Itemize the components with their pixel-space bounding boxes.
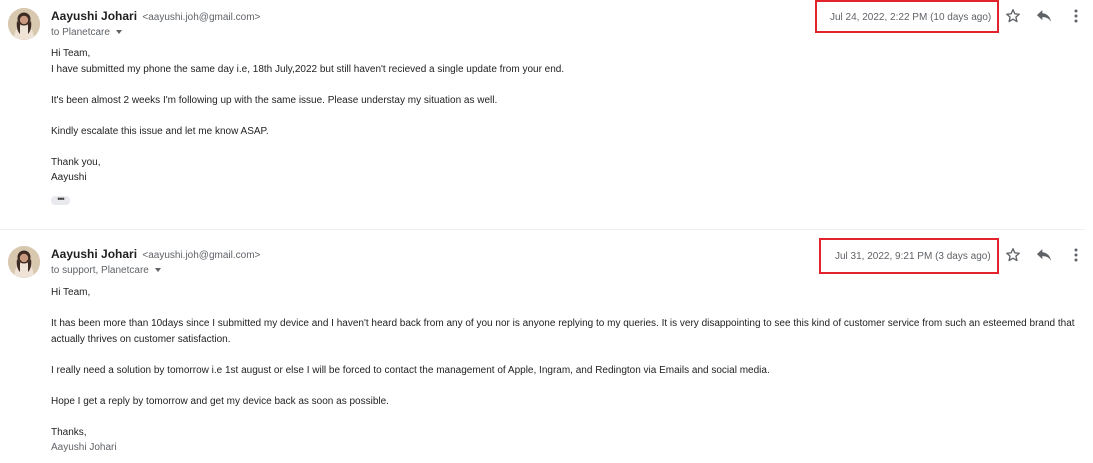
star-icon <box>1006 9 1020 23</box>
body-signature: Aayushi Johari <box>51 442 117 453</box>
reply-button[interactable] <box>1034 245 1054 265</box>
sender: Aayushi Johari <aayushi.joh@gmail.com> <box>51 9 260 23</box>
reply-button[interactable] <box>1034 6 1054 26</box>
message-date: Jul 31, 2022, 9:21 PM (3 days ago) <box>819 238 999 274</box>
message-date: Jul 24, 2022, 2:22 PM (10 days ago) <box>815 0 999 33</box>
chevron-down-icon <box>154 268 161 273</box>
body-paragraph: I have submitted my phone the same day i… <box>51 64 565 75</box>
body-paragraph: Hope I get a reply by tomorrow and get m… <box>51 396 389 407</box>
recipients-label: to support, Planetcare <box>51 265 149 276</box>
recipients-toggle[interactable]: to support, Planetcare <box>51 265 161 276</box>
recipients-label: to Planetcare <box>51 27 110 38</box>
body-paragraph: It's been almost 2 weeks I'm following u… <box>51 95 498 106</box>
body-signoff: Thank you, <box>51 157 101 168</box>
star-button[interactable] <box>1003 245 1023 265</box>
date-label: Jul 31, 2022, 9:21 PM (3 days ago) <box>835 251 991 262</box>
sender: Aayushi Johari <aayushi.joh@gmail.com> <box>51 247 260 261</box>
sender-name[interactable]: Aayushi Johari <box>51 9 137 23</box>
star-button[interactable] <box>1003 6 1023 26</box>
recipients-toggle[interactable]: to Planetcare <box>51 27 122 38</box>
show-trimmed-content-button[interactable]: ••• <box>51 195 70 205</box>
sender-email: <aayushi.joh@gmail.com> <box>142 250 261 261</box>
reply-icon <box>1036 249 1052 261</box>
body-signoff: Thanks, <box>51 427 87 438</box>
avatar[interactable] <box>8 8 40 40</box>
email-message: Aayushi Johari <aayushi.joh@gmail.com> t… <box>0 0 1093 230</box>
more-options-button[interactable] <box>1066 6 1086 26</box>
message-divider <box>0 229 1085 230</box>
chevron-down-icon <box>115 30 122 35</box>
body-paragraph: Kindly escalate this issue and let me kn… <box>51 126 269 137</box>
star-icon <box>1006 248 1020 262</box>
more-options-button[interactable] <box>1066 245 1086 265</box>
sender-email: <aayushi.joh@gmail.com> <box>142 12 261 23</box>
body-paragraph: I really need a solution by tomorrow i.e… <box>51 365 770 376</box>
date-label: Jul 24, 2022, 2:22 PM (10 days ago) <box>830 12 992 23</box>
body-signature: Aayushi <box>51 172 87 183</box>
email-message: Aayushi Johari <aayushi.joh@gmail.com> t… <box>0 237 1093 463</box>
avatar[interactable] <box>8 246 40 278</box>
more-vert-icon <box>1074 248 1078 262</box>
more-vert-icon <box>1074 9 1078 23</box>
reply-icon <box>1036 10 1052 22</box>
body-greeting: Hi Team, <box>51 48 91 59</box>
body-greeting: Hi Team, <box>51 287 91 298</box>
body-paragraph: It has been more than 10days since I sub… <box>51 318 1075 345</box>
sender-name[interactable]: Aayushi Johari <box>51 247 137 261</box>
